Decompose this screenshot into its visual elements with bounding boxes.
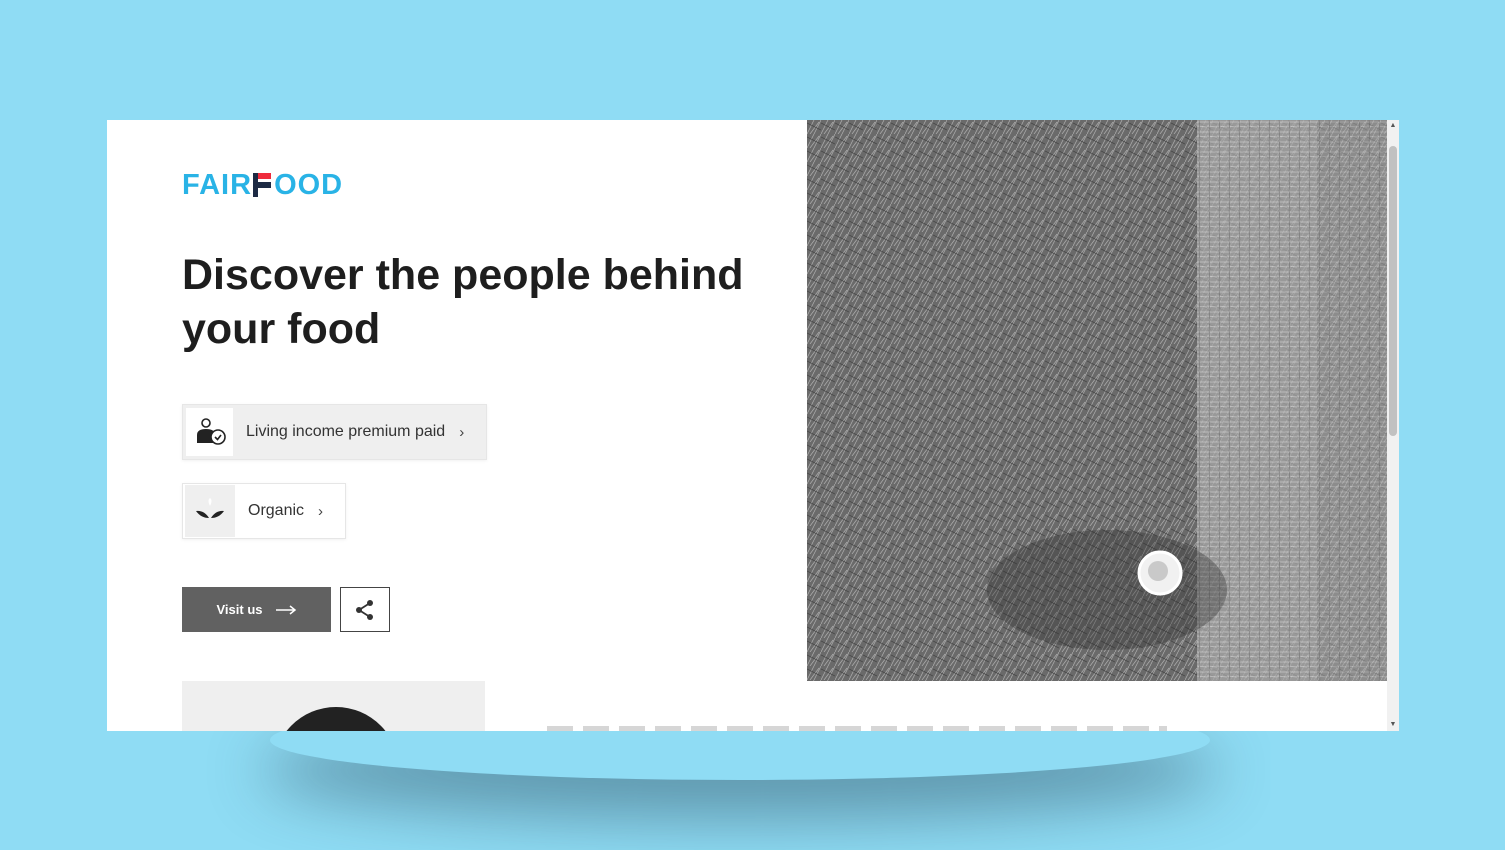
share-icon xyxy=(356,599,373,620)
logo-text-left: FAIR xyxy=(182,168,253,201)
visit-us-label: Visit us xyxy=(216,602,263,617)
scroll-down-icon[interactable]: ▼ xyxy=(1389,721,1397,729)
avatar xyxy=(273,707,399,731)
page-headline: Discover the people behind your food xyxy=(182,251,744,353)
scroll-up-icon[interactable]: ▲ xyxy=(1389,122,1397,130)
producer-card[interactable] xyxy=(182,681,485,731)
badge-label: Living income premium paid xyxy=(246,423,446,440)
scrollbar-thumb[interactable] xyxy=(1389,146,1397,436)
chevron-right-icon: › xyxy=(318,502,324,520)
share-button[interactable] xyxy=(340,587,390,632)
farmer-income-icon xyxy=(186,408,233,456)
badge-living-income[interactable]: Living income premium paid › xyxy=(182,404,488,460)
visit-us-button[interactable]: Visit us xyxy=(182,587,331,632)
hero-grass-photo xyxy=(807,120,1387,681)
leaf-icon xyxy=(185,485,235,537)
arrow-right-icon xyxy=(275,604,296,615)
fairfood-logo[interactable]: FAIR OOD xyxy=(182,168,344,201)
chevron-right-icon: › xyxy=(459,423,465,441)
badge-label: Organic xyxy=(248,502,305,519)
browser-window: FAIR OOD Discover the people behind your… xyxy=(107,120,1399,731)
badge-organic[interactable]: Organic › xyxy=(182,483,347,539)
logo-f-mark xyxy=(253,173,273,197)
faded-text-line xyxy=(547,726,1167,731)
logo-text-right: OOD xyxy=(274,168,344,201)
scrollbar[interactable]: ▲ ▼ xyxy=(1387,120,1399,731)
